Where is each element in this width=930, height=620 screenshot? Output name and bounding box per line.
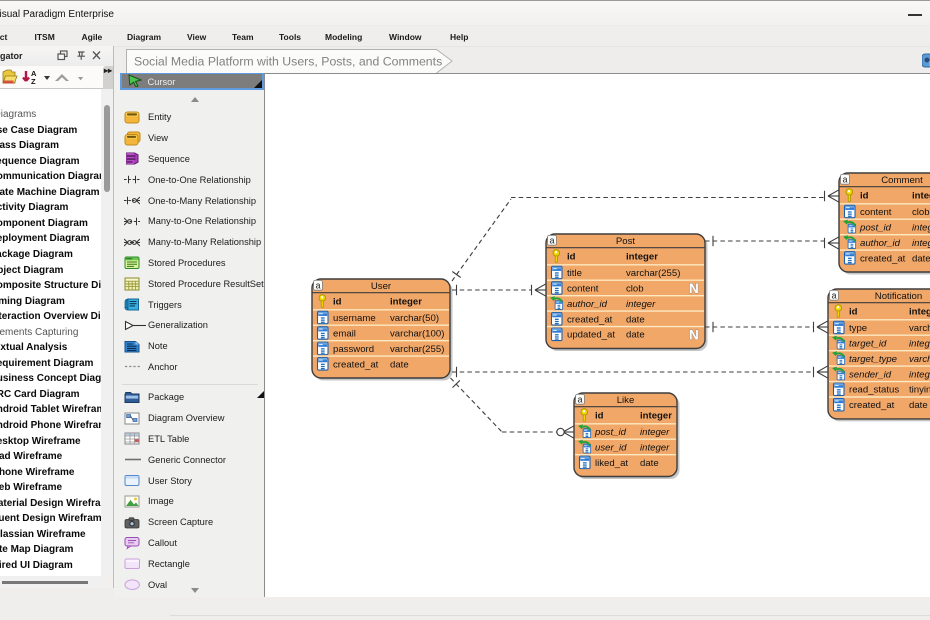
svg-text:varchar(255): varchar(255)	[390, 344, 444, 355]
svg-text:content: content	[860, 207, 892, 218]
svg-text:integer: integer	[912, 222, 930, 233]
svg-text:Post: Post	[616, 236, 636, 247]
svg-text:content: content	[567, 283, 599, 294]
svg-text:Social Media Platform with Use: Social Media Platform with Users, Posts,…	[134, 55, 442, 69]
svg-text:created_at: created_at	[860, 253, 906, 264]
svg-text:integer: integer	[640, 411, 672, 422]
svg-text:integer: integer	[909, 369, 930, 380]
svg-text:created_at: created_at	[333, 359, 379, 370]
svg-text:id: id	[849, 307, 858, 318]
svg-text:integer: integer	[390, 297, 422, 308]
svg-text:User: User	[371, 281, 392, 292]
svg-text:varchar(50): varchar(50)	[909, 354, 930, 365]
svg-text:date: date	[626, 330, 645, 341]
svg-text:updated_at: updated_at	[567, 330, 615, 341]
svg-text:target_type: target_type	[849, 354, 897, 365]
svg-text:email: email	[333, 328, 356, 339]
svg-text:integer: integer	[912, 191, 930, 202]
svg-text:date: date	[909, 400, 928, 411]
svg-text:created_at: created_at	[849, 400, 895, 411]
svg-text:author_id: author_id	[860, 238, 901, 249]
svg-text:varchar(50): varchar(50)	[390, 313, 439, 324]
svg-text:Notification: Notification	[875, 291, 922, 302]
svg-text:integer: integer	[640, 442, 670, 453]
svg-text:tinyint: tinyint	[909, 385, 930, 396]
svg-text:clob: clob	[912, 207, 930, 218]
svg-text:post_id: post_id	[859, 222, 892, 233]
svg-text:integer: integer	[640, 427, 670, 438]
svg-text:varchar(50): varchar(50)	[909, 323, 930, 334]
svg-text:varchar(100): varchar(100)	[390, 328, 444, 339]
svg-text:id: id	[333, 297, 342, 308]
svg-text:integer: integer	[912, 238, 930, 249]
svg-text:author_id: author_id	[567, 299, 608, 310]
svg-text:a: a	[549, 235, 554, 245]
svg-text:a: a	[315, 280, 320, 290]
svg-text:N: N	[689, 327, 699, 342]
svg-text:a: a	[842, 174, 847, 184]
svg-text:id: id	[595, 411, 604, 422]
svg-text:id: id	[860, 191, 869, 202]
svg-text:varchar(255): varchar(255)	[626, 268, 680, 279]
svg-text:integer: integer	[909, 338, 930, 349]
svg-text:integer: integer	[909, 307, 930, 318]
svg-text:liked_at: liked_at	[595, 458, 628, 469]
svg-text:date: date	[912, 253, 930, 264]
svg-text:N: N	[689, 281, 699, 296]
svg-text:a: a	[577, 394, 582, 404]
svg-text:date: date	[640, 458, 659, 469]
svg-text:user_id: user_id	[595, 442, 627, 453]
svg-text:title: title	[567, 268, 582, 279]
svg-text:read_status: read_status	[849, 385, 899, 396]
svg-text:username: username	[333, 313, 376, 324]
svg-text:integer: integer	[626, 252, 658, 263]
svg-text:Z: Z	[31, 77, 36, 86]
svg-text:clob: clob	[626, 283, 644, 294]
svg-text:sender_id: sender_id	[849, 369, 892, 380]
svg-text:type: type	[849, 323, 867, 334]
svg-text:post_id: post_id	[594, 427, 627, 438]
svg-text:created_at: created_at	[567, 314, 613, 325]
svg-text:Like: Like	[617, 395, 635, 406]
svg-text:date: date	[626, 314, 645, 325]
svg-text:Comment: Comment	[881, 175, 923, 186]
svg-text:integer: integer	[626, 299, 656, 310]
svg-text:password: password	[333, 344, 374, 355]
svg-text:date: date	[390, 359, 409, 370]
svg-text:a: a	[831, 290, 836, 300]
svg-text:id: id	[567, 252, 576, 263]
svg-text:target_id: target_id	[849, 338, 887, 349]
